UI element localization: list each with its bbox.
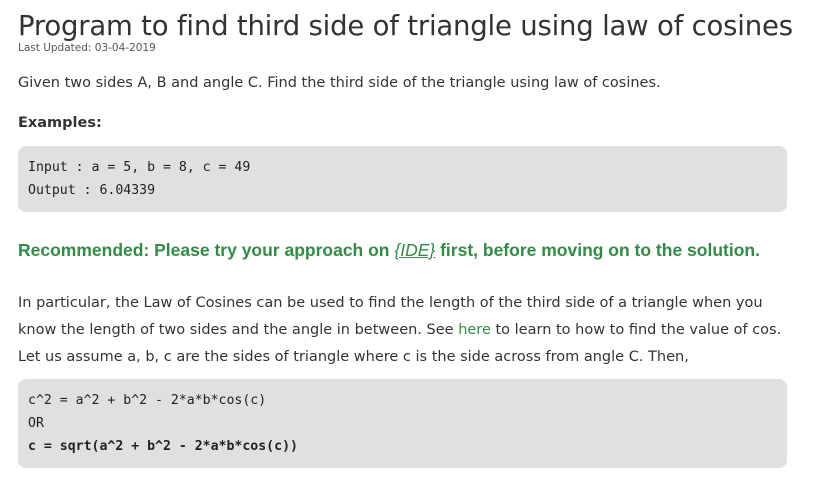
ide-link[interactable]: {IDE} (394, 240, 435, 260)
law-paragraph: In particular, the Law of Cosines can be… (18, 290, 799, 344)
page-title: Program to find third side of triangle u… (18, 10, 793, 42)
recommend-text-after: first, before moving on to the solution. (435, 240, 760, 260)
here-link[interactable]: here (458, 322, 491, 338)
example-input-line: Input : a = 5, b = 8, c = 49 (28, 160, 251, 175)
formula-line: c^2 = a^2 + b^2 - 2*a*b*cos(c) (28, 393, 267, 408)
formula-result-line: c = sqrt(a^2 + b^2 - 2*a*b*cos(c)) (28, 439, 298, 454)
example-code-block: Input : a = 5, b = 8, c = 49 Output : 6.… (18, 146, 787, 212)
examples-heading: Examples: (18, 115, 102, 131)
recommend-text-before: Recommended: Please try your approach on (18, 240, 395, 260)
article: Program to find third side of triangle u… (0, 0, 817, 489)
last-updated: Last Updated: 03-04-2019 (18, 42, 156, 54)
example-output-line: Output : 6.04339 (28, 183, 156, 198)
law-text-after: to learn to how to find the value of cos… (490, 322, 782, 338)
formula-or-line: OR (28, 416, 44, 431)
assumption-paragraph: Let us assume a, b, c are the sides of t… (18, 349, 689, 365)
intro-paragraph: Given two sides A, B and angle C. Find t… (18, 75, 661, 91)
formula-code-block: c^2 = a^2 + b^2 - 2*a*b*cos(c) OR c = sq… (18, 379, 787, 468)
recommendation: Recommended: Please try your approach on… (18, 238, 799, 262)
